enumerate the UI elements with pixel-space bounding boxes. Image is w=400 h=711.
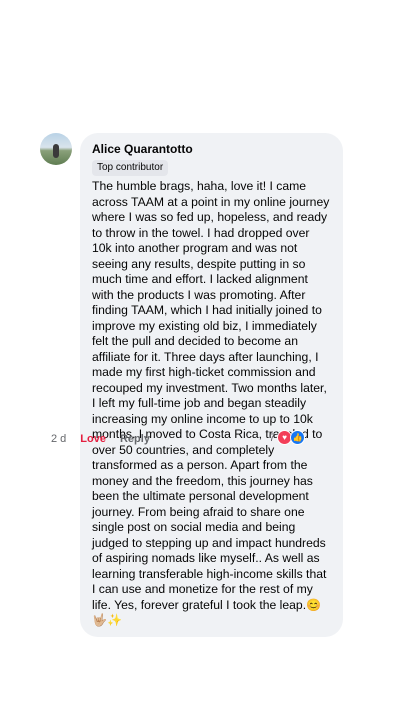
smile-emoji: 😊 <box>306 597 322 612</box>
like-icon: 👍 <box>290 430 306 445</box>
timestamp[interactable]: 2 d <box>51 433 66 445</box>
reactions-summary[interactable]: 7 ♥ 👍 <box>269 430 306 445</box>
hand-sparkle-emoji: 🤟🏼✨ <box>92 613 122 627</box>
comment-actions: 2 d Love Reply <box>51 433 150 445</box>
avatar-figure <box>53 144 59 158</box>
comment-bubble: Alice Quarantotto Top contributor The hu… <box>80 133 343 637</box>
comment-text: The humble brags, haha, love it! I came … <box>92 179 331 629</box>
comment-body: The humble brags, haha, love it! I came … <box>92 179 330 612</box>
top-contributor-badge: Top contributor <box>92 160 169 176</box>
reply-button[interactable]: Reply <box>120 433 150 445</box>
author-name[interactable]: Alice Quarantotto <box>92 141 331 157</box>
avatar[interactable] <box>40 133 72 165</box>
reaction-count: 7 <box>269 431 276 444</box>
love-button[interactable]: Love <box>80 433 106 445</box>
